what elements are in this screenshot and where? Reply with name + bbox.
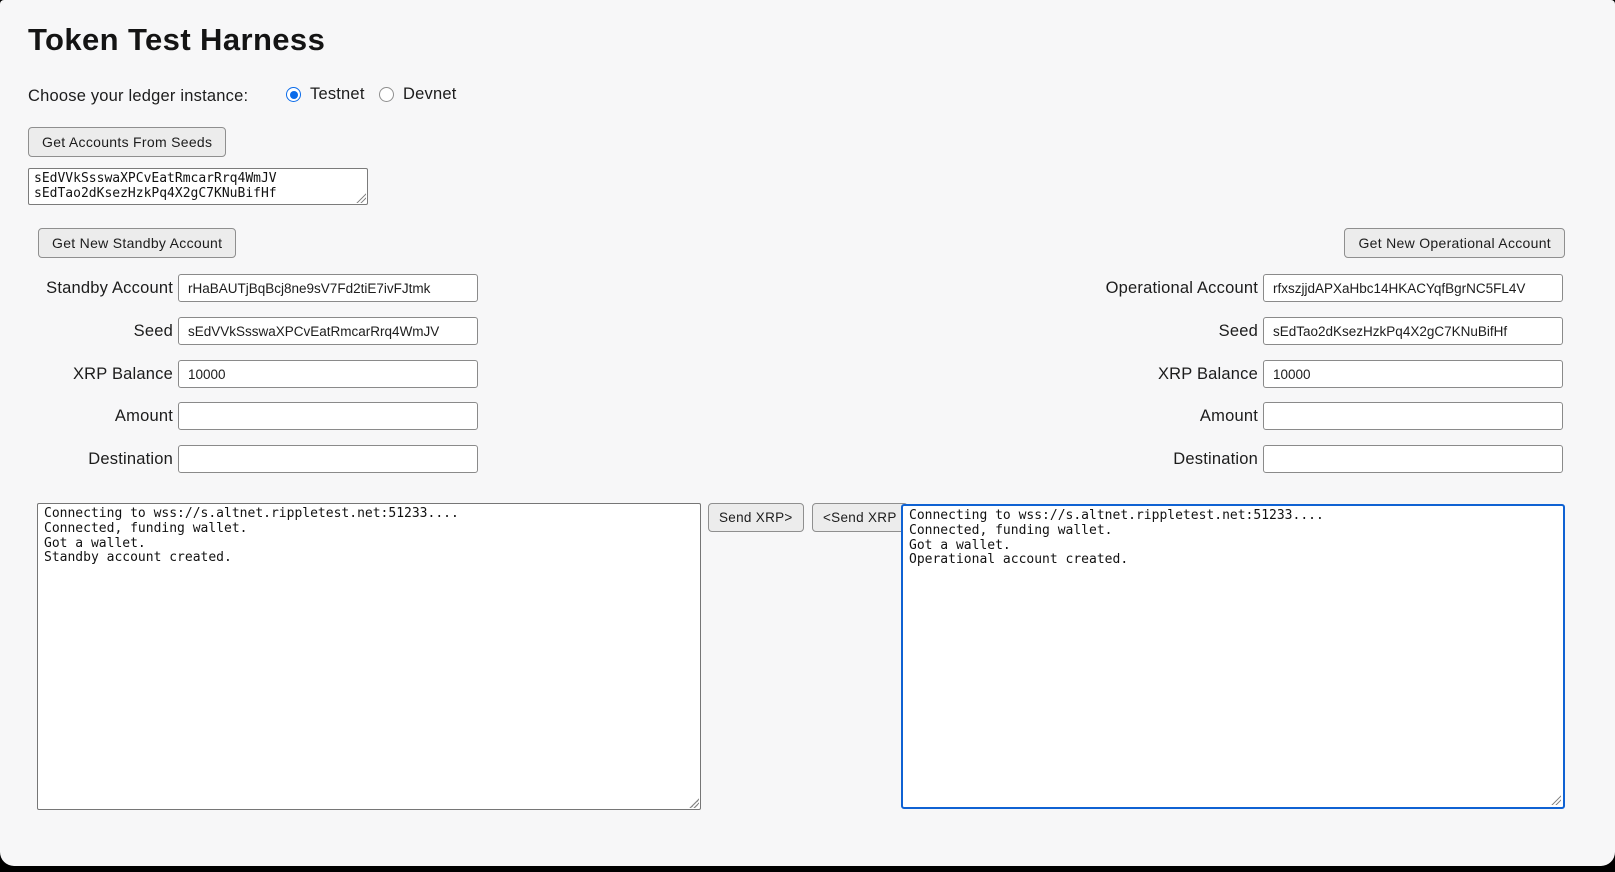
token-test-harness-page: Token Test Harness Choose your ledger in… [0, 0, 1615, 866]
standby-xrp-balance-label: XRP Balance [0, 363, 173, 385]
standby-amount-label: Amount [0, 405, 173, 427]
standby-results-log[interactable]: Connecting to wss://s.altnet.rippletest.… [37, 503, 701, 810]
send-xrp-to-standby-button[interactable]: <Send XRP [812, 503, 908, 532]
operational-account-label: Operational Account [1000, 277, 1258, 299]
operational-xrp-balance-field[interactable] [1263, 360, 1563, 388]
get-new-standby-account-button[interactable]: Get New Standby Account [38, 228, 236, 258]
operational-destination-field[interactable] [1263, 445, 1563, 473]
resize-handle-icon[interactable] [1551, 795, 1561, 805]
resize-handle-icon[interactable] [356, 193, 366, 203]
operational-amount-label: Amount [1000, 405, 1258, 427]
standby-seed-label: Seed [0, 320, 173, 342]
operational-xrp-balance-label: XRP Balance [1000, 363, 1258, 385]
standby-destination-field[interactable] [178, 445, 478, 473]
get-accounts-from-seeds-button[interactable]: Get Accounts From Seeds [28, 127, 226, 157]
operational-seed-field[interactable] [1263, 317, 1563, 345]
operational-amount-field[interactable] [1263, 402, 1563, 430]
send-xrp-to-operational-button[interactable]: Send XRP> [708, 503, 804, 532]
operational-results-log[interactable]: Connecting to wss://s.altnet.rippletest.… [901, 504, 1565, 809]
testnet-radio-option[interactable]: Testnet [286, 85, 365, 104]
seeds-textarea[interactable]: sEdVVkSsswaXPCvEatRmcarRrq4WmJV sEdTao2d… [28, 168, 368, 205]
standby-destination-label: Destination [0, 448, 173, 470]
page-title: Token Test Harness [28, 22, 325, 58]
standby-seed-field[interactable] [178, 317, 478, 345]
testnet-radio-icon[interactable] [286, 87, 301, 102]
devnet-radio-label: Devnet [403, 85, 456, 104]
standby-amount-field[interactable] [178, 402, 478, 430]
operational-account-field[interactable] [1263, 274, 1563, 302]
standby-account-label: Standby Account [0, 277, 173, 299]
standby-xrp-balance-field[interactable] [178, 360, 478, 388]
testnet-radio-label: Testnet [310, 85, 365, 104]
get-new-operational-account-button[interactable]: Get New Operational Account [1344, 228, 1565, 258]
ledger-instance-prompt: Choose your ledger instance: [28, 87, 248, 106]
devnet-radio-option[interactable]: Devnet [379, 85, 456, 104]
resize-handle-icon[interactable] [689, 798, 699, 808]
devnet-radio-icon[interactable] [379, 87, 394, 102]
operational-destination-label: Destination [1000, 448, 1258, 470]
operational-seed-label: Seed [1000, 320, 1258, 342]
standby-account-field[interactable] [178, 274, 478, 302]
